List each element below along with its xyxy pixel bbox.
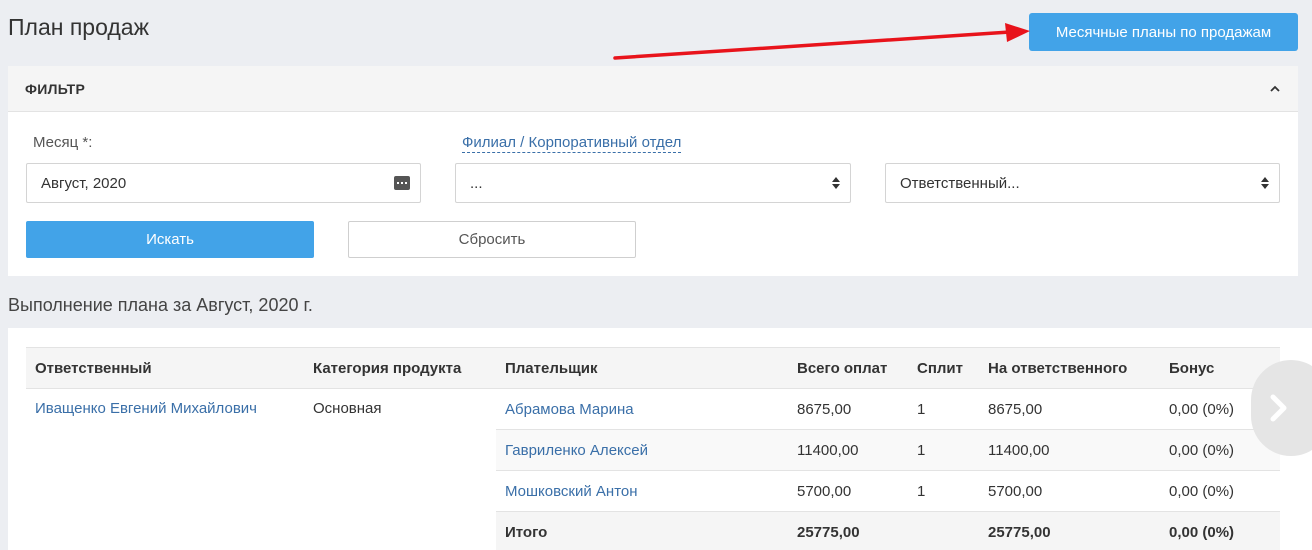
month-picker-input[interactable]: Август, 2020 (26, 163, 421, 203)
column-header[interactable]: Категория продукта (304, 347, 496, 389)
category-cell: Основная (304, 388, 496, 550)
bonus-cell: 0,00 (0%) (1160, 470, 1280, 512)
total-cell: 11400,00 (788, 429, 908, 471)
responsible-value: Ответственный... (900, 174, 1020, 192)
filter-panel: ФИЛЬТР Месяц *: Филиал / Корпоративный о… (8, 66, 1298, 276)
column-header[interactable]: На ответственного (979, 347, 1160, 389)
total-cell: 5700,00 (788, 470, 908, 512)
monthly-plans-button[interactable]: Месячные планы по продажам (1029, 13, 1298, 51)
filter-title: ФИЛЬТР (25, 80, 86, 97)
column-header[interactable]: Сплит (908, 347, 979, 389)
chevron-right-icon (1270, 394, 1287, 422)
total-label: Итого (496, 511, 788, 550)
reset-button[interactable]: Сбросить (348, 221, 636, 258)
split-cell: 1 (908, 429, 979, 471)
calendar-icon[interactable] (394, 176, 410, 190)
on-responsible-cell: 5700,00 (979, 470, 1160, 512)
split-cell: 1 (908, 470, 979, 512)
results-panel: Ответственный Категория продукта Платель… (8, 328, 1312, 550)
split-cell: 1 (908, 388, 979, 430)
responsible-select[interactable]: Ответственный... (885, 163, 1280, 203)
payer-link[interactable]: Абрамова Марина (496, 388, 788, 430)
month-value: Август, 2020 (41, 174, 127, 192)
filter-header[interactable]: ФИЛЬТР (8, 66, 1298, 112)
scroll-next-button[interactable] (1251, 360, 1312, 456)
table-header-row: Ответственный Категория продукта Платель… (26, 347, 1280, 389)
total-split-empty (908, 511, 979, 550)
payer-link[interactable]: Гавриленко Алексей (496, 429, 788, 471)
on-responsible-cell: 11400,00 (979, 429, 1160, 471)
results-table: Ответственный Категория продукта Платель… (26, 347, 1280, 550)
results-title: Выполнение плана за Август, 2020 г. (8, 295, 313, 315)
select-arrows-icon (1261, 177, 1269, 189)
column-header[interactable]: Ответственный (26, 347, 304, 389)
month-label: Месяц *: (33, 134, 93, 151)
search-button[interactable]: Искать (26, 221, 314, 258)
branch-select[interactable]: ... (455, 163, 851, 203)
total-sum: 25775,00 (788, 511, 908, 550)
branch-value: ... (470, 174, 483, 192)
select-arrows-icon (832, 177, 840, 189)
total-on-responsible: 25775,00 (979, 511, 1160, 550)
chevron-up-icon[interactable] (1269, 83, 1281, 95)
total-bonus: 0,00 (0%) (1160, 511, 1280, 550)
column-header[interactable]: Плательщик (496, 347, 788, 389)
table-row: Иващенко Евгений Михайлович Основная Абр… (26, 388, 1280, 550)
on-responsible-cell: 8675,00 (979, 388, 1160, 430)
payer-link[interactable]: Мошковский Антон (496, 470, 788, 512)
column-header[interactable]: Всего оплат (788, 347, 908, 389)
page-title: План продаж (8, 14, 149, 40)
branch-label-link[interactable]: Филиал / Корпоративный отдел (462, 134, 682, 153)
responsible-link[interactable]: Иващенко Евгений Михайлович (26, 388, 304, 550)
total-cell: 8675,00 (788, 388, 908, 430)
